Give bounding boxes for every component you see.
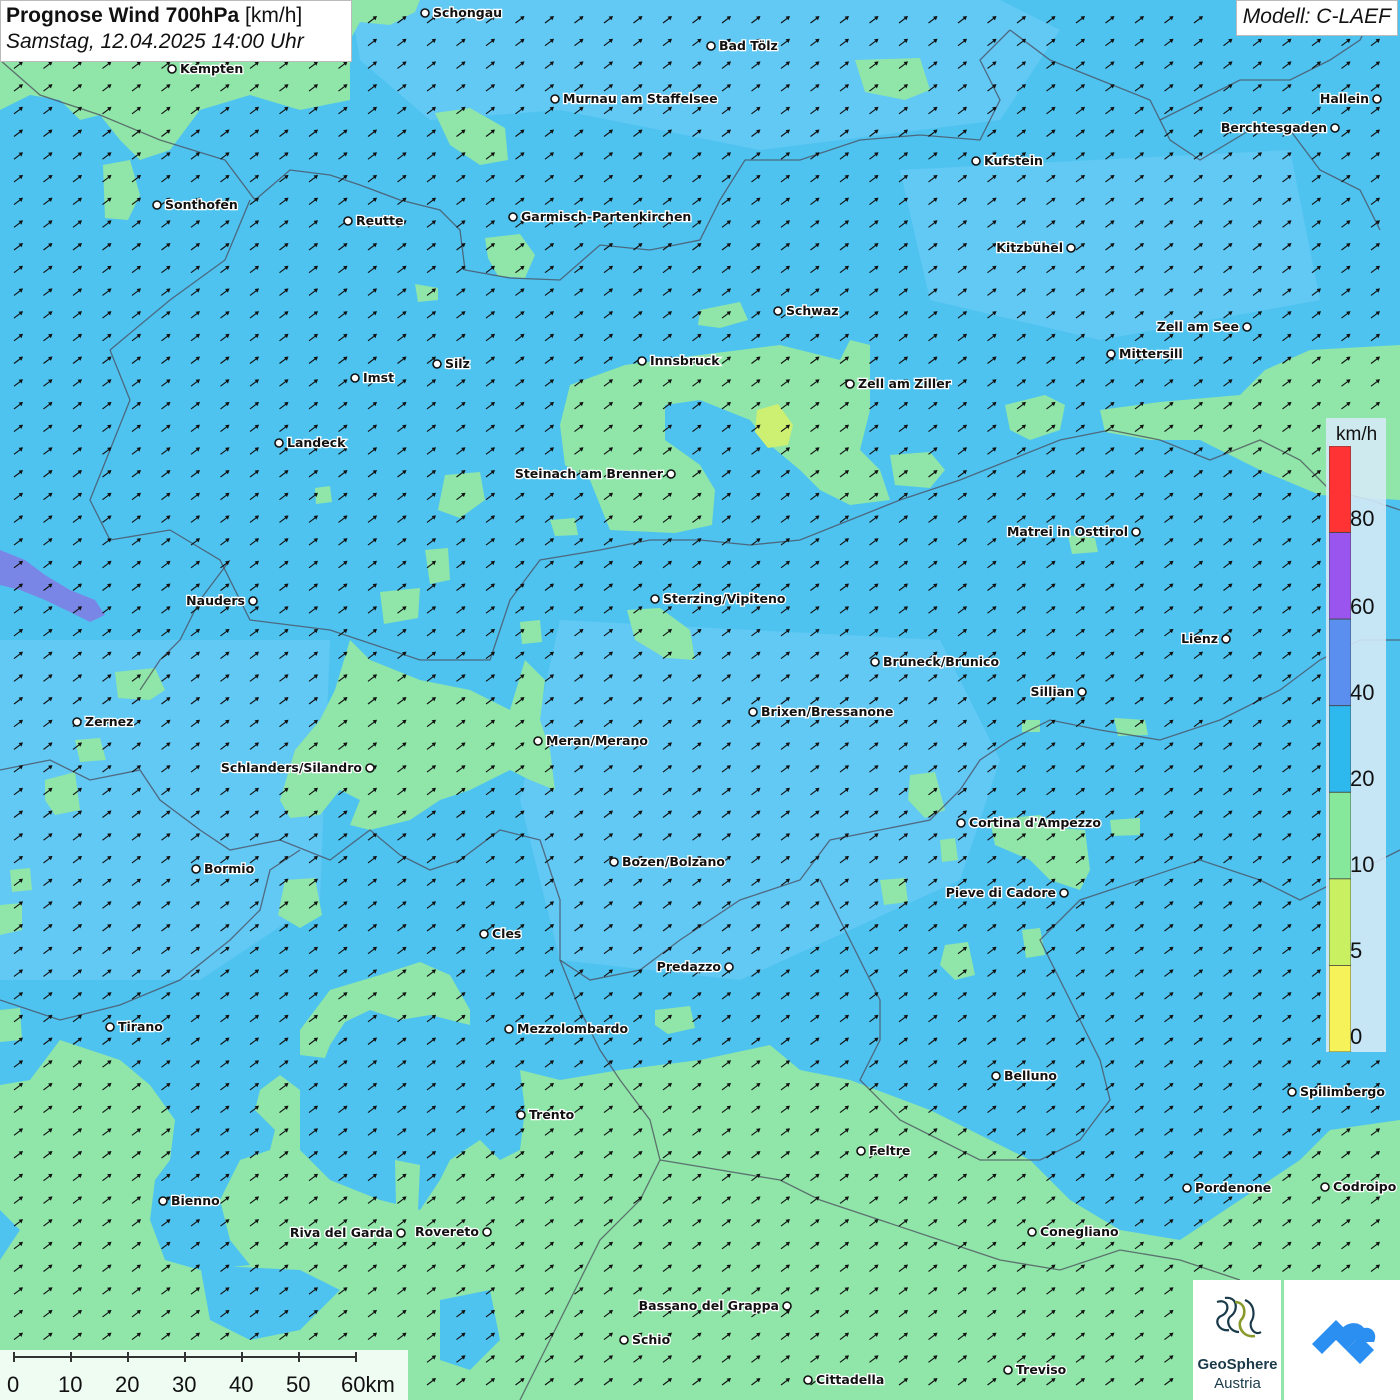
wind-zone-green bbox=[315, 486, 332, 504]
weather-map[interactable]: SchongauBad TölzKemptenMurnau am Staffel… bbox=[0, 0, 1400, 1400]
wind-zone-green bbox=[380, 588, 420, 624]
wind-zone-green bbox=[940, 838, 958, 862]
wind-zone-green bbox=[0, 1008, 22, 1042]
wind-zone-green bbox=[550, 518, 578, 536]
wind-zone-green bbox=[0, 903, 22, 935]
wind-zone-green bbox=[1110, 818, 1140, 836]
